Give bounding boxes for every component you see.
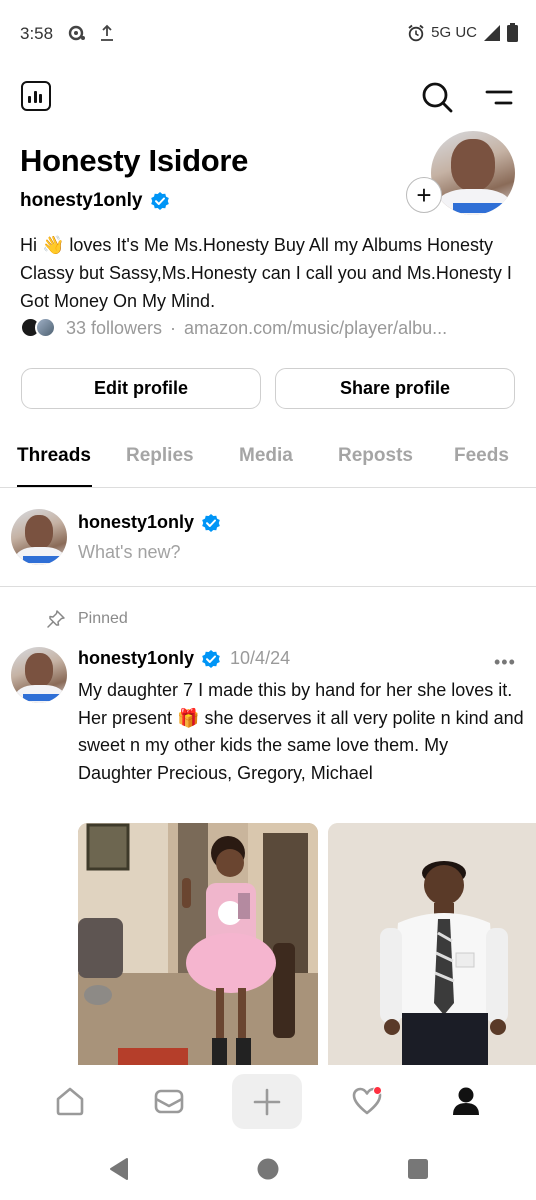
- composer-handle-row: honesty1only: [78, 512, 221, 533]
- status-bar: 3:58 5G UC: [0, 0, 536, 68]
- composer-avatar: [11, 509, 67, 565]
- post-header: honesty1only 10/4/24: [78, 648, 290, 669]
- network-label: 5G UC: [431, 24, 477, 41]
- back-icon[interactable]: [107, 1157, 131, 1181]
- edit-profile-button[interactable]: Edit profile: [21, 368, 261, 409]
- tab-feeds[interactable]: Feeds: [454, 445, 509, 467]
- post-media-carousel[interactable]: [78, 823, 536, 1065]
- separator-dot: ·: [170, 317, 177, 338]
- active-tab-indicator: [17, 485, 92, 487]
- post-avatar[interactable]: [11, 647, 67, 703]
- profile-bio: Hi 👋 loves It's Me Ms.Honesty Buy All my…: [20, 235, 512, 311]
- profile-handle-row: honesty1only: [20, 190, 170, 212]
- post-photo-girl[interactable]: [78, 823, 318, 1065]
- tab-threads[interactable]: Threads: [17, 445, 91, 467]
- add-photo-plus-icon[interactable]: +: [406, 177, 442, 213]
- home-circle-icon[interactable]: [256, 1157, 280, 1181]
- upload-icon: [101, 24, 113, 41]
- new-thread-button[interactable]: [232, 1074, 302, 1129]
- notification-icon: [68, 25, 85, 41]
- status-time: 3:58: [20, 24, 54, 43]
- pinned-label-row: Pinned: [46, 609, 128, 629]
- home-icon[interactable]: [52, 1083, 88, 1119]
- post-handle[interactable]: honesty1only: [78, 648, 194, 669]
- verified-badge-icon: [151, 192, 170, 210]
- share-profile-button[interactable]: Share profile: [275, 368, 515, 409]
- more-options-icon[interactable]: •••: [494, 652, 516, 673]
- battery-icon: [507, 23, 518, 42]
- tab-replies[interactable]: Replies: [126, 445, 194, 467]
- follower-avatars: [20, 316, 60, 340]
- insights-icon[interactable]: [21, 81, 51, 111]
- system-nav-bar: [0, 1137, 536, 1200]
- profile-icon[interactable]: [448, 1083, 484, 1119]
- post-photo-boy[interactable]: [328, 823, 536, 1065]
- pinned-label: Pinned: [78, 610, 128, 627]
- composer-prompt[interactable]: What's new?: [78, 542, 180, 563]
- plus-icon: [253, 1088, 281, 1115]
- followers-row[interactable]: 33 followers · amazon.com/music/player/a…: [20, 316, 447, 340]
- notification-dot: [373, 1086, 382, 1095]
- profile-handle: honesty1only: [20, 190, 143, 211]
- verified-badge-icon: [202, 649, 220, 668]
- post-text: My daughter 7 I made this by hand for he…: [78, 680, 524, 783]
- recents-icon[interactable]: [407, 1158, 429, 1180]
- new-thread-composer[interactable]: honesty1only What's new?: [0, 488, 536, 587]
- profile-tabs: Threads Replies Media Reposts Feeds: [0, 430, 536, 488]
- search-icon[interactable]: [420, 80, 454, 114]
- pin-icon: [47, 610, 65, 628]
- profile-link[interactable]: amazon.com/music/player/albu...: [184, 318, 447, 339]
- verified-badge-icon: [202, 513, 220, 532]
- top-nav: [0, 78, 536, 116]
- profile-avatar[interactable]: [431, 131, 515, 215]
- followers-count[interactable]: 33 followers: [66, 318, 162, 339]
- tab-reposts[interactable]: Reposts: [338, 445, 413, 467]
- tab-media[interactable]: Media: [239, 445, 293, 467]
- post-date: 10/4/24: [230, 648, 291, 668]
- mail-icon[interactable]: [151, 1083, 187, 1119]
- menu-icon[interactable]: [484, 86, 514, 110]
- bottom-nav: [0, 1065, 536, 1137]
- alarm-icon: [408, 24, 424, 41]
- profile-name: Honesty Isidore: [20, 143, 249, 178]
- composer-handle: honesty1only: [78, 512, 195, 532]
- signal-icon: [484, 24, 500, 41]
